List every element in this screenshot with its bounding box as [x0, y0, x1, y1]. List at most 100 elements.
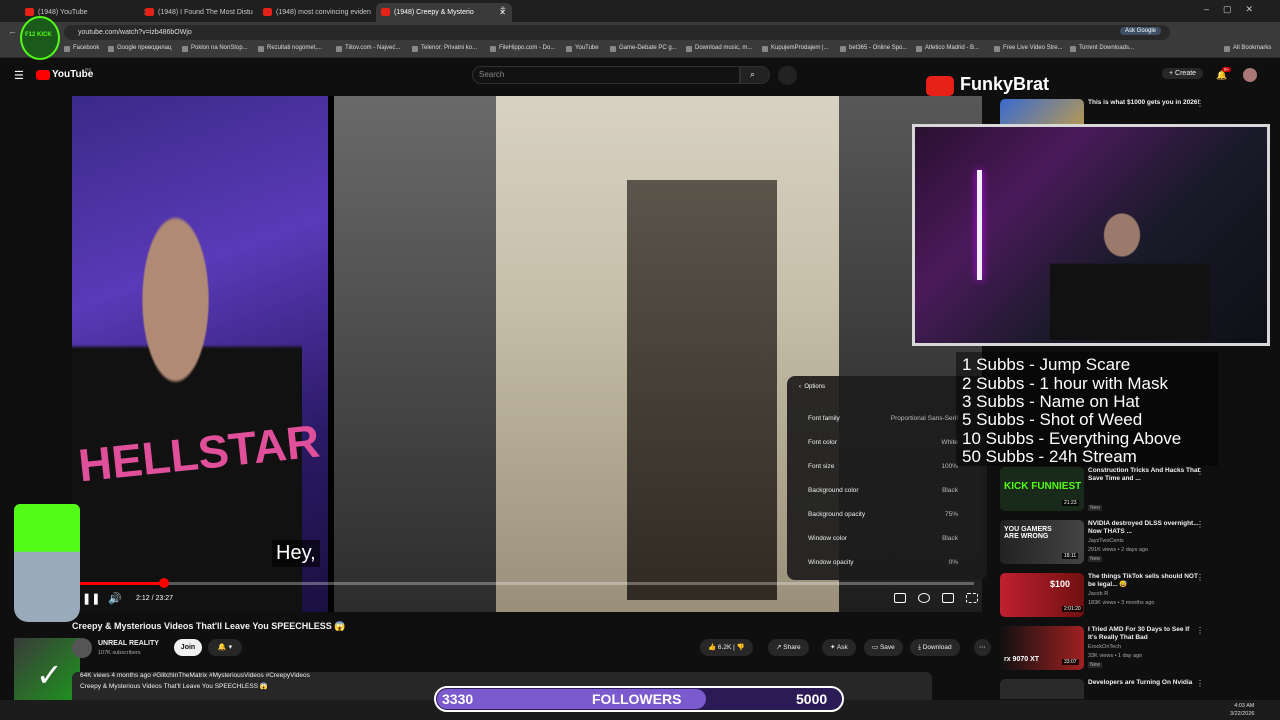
recommendation-item[interactable]: $100 2:01:20 The things TikTok sells sho…	[1000, 573, 1280, 617]
bookmark[interactable]: YouTube	[566, 45, 599, 52]
progress-bar[interactable]	[80, 582, 974, 585]
sub-goal: 5 Subbs - Shot of Weed	[962, 410, 1143, 429]
settings-icon[interactable]	[918, 593, 930, 603]
youtube-favicon-icon	[381, 8, 390, 16]
recommendation-item[interactable]: YOU GAMERS ARE WRONG 18:11 NVIDIA destro…	[1000, 520, 1280, 564]
bookmark[interactable]: Game-Debate PC g...	[610, 45, 677, 52]
more-options-icon[interactable]: ⋮	[1196, 467, 1204, 476]
window-controls[interactable]: –▢✕	[1204, 4, 1267, 15]
sub-goal: 10 Subbs - Everything Above	[962, 429, 1182, 448]
channel-name[interactable]: UNREAL REALITY	[98, 640, 159, 647]
youtube-logo-icon[interactable]	[36, 70, 50, 80]
pause-icon[interactable]: ❚❚	[82, 592, 100, 605]
browser-tab[interactable]: (1948) most convincing eviden✕	[258, 3, 394, 22]
all-bookmarks[interactable]: All Bookmarks	[1224, 45, 1271, 52]
bookmark[interactable]: Free Live Video Stre...	[994, 45, 1063, 52]
search-input[interactable]: Search	[472, 66, 740, 84]
recommendation-item[interactable]: KICK FUNNIEST 21:23 Construction Tricks …	[1000, 467, 1280, 511]
browser-tab[interactable]: (1948) I Found The Most Distu✕	[140, 3, 276, 22]
more-options-icon[interactable]: ⋮	[1196, 99, 1204, 108]
options-back[interactable]: ‹ Options	[799, 384, 825, 390]
video-title: Creepy & Mysterious Videos That'll Leave…	[72, 621, 346, 631]
bookmark[interactable]: KupujemProdajem |...	[762, 45, 829, 52]
video-description: Creepy & Mysterious Videos That'll Leave…	[80, 683, 268, 690]
video-meta: 64K views 4 months ago #GlitchInTheMatri…	[80, 672, 310, 679]
recommendation-item[interactable]: rx 9070 XT 33:07 I Tried AMD For 30 Days…	[1000, 626, 1280, 670]
volume-icon[interactable]: 🔊	[108, 592, 122, 605]
progress-bar-fill	[80, 582, 164, 585]
bookmark[interactable]: FileHippo.com - Do...	[490, 45, 555, 52]
bookmark[interactable]: Torrent Downloads...	[1070, 45, 1134, 52]
ask-google-button[interactable]: Ask Google	[1120, 27, 1162, 35]
save-button[interactable]: ▭ Save	[864, 639, 903, 656]
notification-badge: 9+	[1222, 67, 1232, 72]
captions-icon[interactable]	[894, 593, 906, 603]
option-window-color[interactable]: Window color Black	[808, 535, 978, 542]
youtube-logo-icon	[926, 76, 954, 96]
bookmark[interactable]: Telenor: Privatni ko...	[412, 45, 477, 52]
streamer-name: FunkyBrat	[960, 74, 1050, 94]
more-options-icon[interactable]: ⋮	[1196, 573, 1204, 582]
taskbar-clock: 4:03 AM 3/22/2026	[1230, 703, 1255, 717]
sub-goal: 3 Subbs - Name on Hat	[962, 392, 1140, 411]
bookmark[interactable]: Google преводилац	[108, 45, 171, 52]
youtube-favicon-icon	[263, 8, 272, 16]
caption-text: Hey,	[272, 540, 320, 567]
video-thumbnail	[1000, 679, 1084, 699]
region-code: RS	[85, 67, 92, 72]
followers-goal: 5000	[796, 691, 828, 707]
popcorn-graphic	[14, 504, 80, 622]
url-input[interactable]: youtube.com/watch?v=izb486bOWjo	[64, 25, 1170, 40]
miniplayer-icon[interactable]	[942, 593, 954, 603]
search-icon: ⌕	[750, 69, 756, 79]
followers-current: 3330	[442, 691, 474, 707]
channel-avatar[interactable]	[72, 638, 92, 658]
browser-tab-bar: (1948) YouTube✕ (1948) I Found The Most …	[0, 0, 1280, 22]
voice-search-icon[interactable]	[778, 66, 797, 85]
bookmark[interactable]: Rezultati nogomet,...	[258, 45, 322, 52]
streamer-person	[1050, 200, 1210, 340]
share-button[interactable]: ↗ Share	[768, 639, 809, 656]
closet-doorway	[627, 180, 777, 600]
option-background-color[interactable]: Background color Black	[808, 487, 978, 494]
option-background-opacity[interactable]: Background opacity 75%	[808, 511, 978, 518]
bookmark[interactable]: bet365 - Online Spo...	[840, 45, 907, 52]
followers-label: FOLLOWERS	[592, 691, 682, 707]
more-options-icon[interactable]: ⋮	[1196, 626, 1204, 635]
progress-scrubber[interactable]	[159, 578, 169, 588]
browser-tab-active[interactable]: (1948) Creepy & Mysterio ✕	[376, 3, 512, 22]
time-display: 2:12 / 23:27	[136, 595, 173, 602]
menu-icon[interactable]: ☰	[14, 69, 24, 82]
reactor-person	[72, 166, 302, 612]
kick-badge-logo: F12 KICK	[20, 16, 60, 60]
light-bar	[977, 170, 982, 280]
create-button[interactable]: + Create	[1162, 68, 1204, 79]
trees-panel	[334, 96, 496, 612]
search-button[interactable]: ⌕	[740, 66, 770, 84]
bookmark[interactable]: Poklon na NonStop...	[182, 45, 248, 52]
sub-goal: 2 Subbs - 1 hour with Mask	[962, 374, 1168, 393]
option-font-size[interactable]: Font size 100%	[808, 463, 978, 470]
more-actions-icon[interactable]: ⋯	[974, 639, 991, 656]
youtube-favicon-icon	[25, 8, 34, 16]
more-options-icon[interactable]: ⋮	[1196, 679, 1204, 688]
subscribe-bell-icon[interactable]: 🔔 ▾	[208, 639, 242, 656]
bookmarks-bar: Facebook Google преводилац Poklon na Non…	[0, 42, 1280, 58]
new-tab-icon[interactable]: +	[500, 4, 506, 15]
option-window-opacity[interactable]: Window opacity 0%	[808, 559, 978, 566]
sub-goal: 1 Subbs - Jump Scare	[962, 355, 1131, 374]
more-options-icon[interactable]: ⋮	[1196, 520, 1204, 529]
bookmark[interactable]: Atletico Madrid - B...	[916, 45, 979, 52]
recommendation-item[interactable]: Developers are Turning On Nvidia ⋮	[1000, 679, 1280, 699]
ask-button[interactable]: ✦ Ask	[822, 639, 856, 656]
option-font-color[interactable]: Font color White	[808, 439, 978, 446]
download-button[interactable]: ⤓ Download	[910, 639, 960, 656]
bookmark[interactable]: Facebook	[64, 45, 99, 52]
bookmark[interactable]: Tiitov.com - Najveć...	[336, 45, 400, 52]
avatar[interactable]	[1243, 68, 1257, 82]
fullscreen-icon[interactable]	[966, 593, 978, 603]
option-font-family[interactable]: Font family Proportional Sans-Serif	[808, 415, 978, 422]
like-button[interactable]: 👍 6.2K | 👎	[700, 639, 753, 656]
bookmark[interactable]: Download music, m...	[686, 45, 752, 52]
join-button[interactable]: Join	[174, 639, 202, 656]
